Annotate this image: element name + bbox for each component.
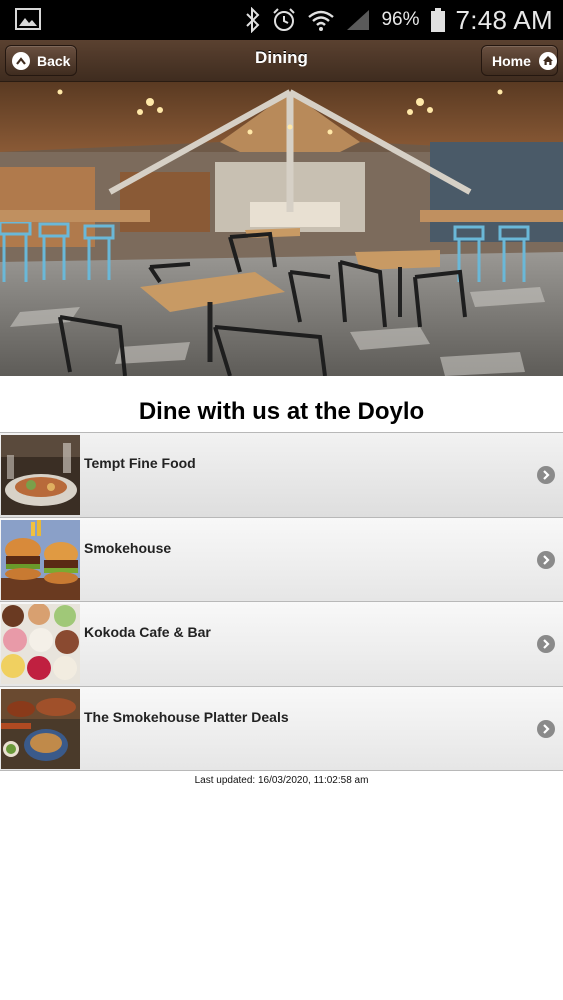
list-item-label: Kokoda Cafe & Bar bbox=[84, 624, 211, 640]
restaurant-photo bbox=[0, 82, 563, 376]
list-item-tempt-fine-food[interactable]: Tempt Fine Food bbox=[0, 433, 563, 518]
header-bar: Back Dining Home bbox=[0, 40, 563, 82]
home-button[interactable]: Home bbox=[481, 45, 558, 76]
chevron-right-icon bbox=[537, 635, 555, 653]
list-item-label: Tempt Fine Food bbox=[84, 455, 196, 471]
status-bar: 96% 7:48 AM bbox=[0, 0, 563, 40]
home-button-label: Home bbox=[492, 52, 531, 69]
list-item-label: The Smokehouse Platter Deals bbox=[84, 708, 289, 725]
platter-deals-photo bbox=[1, 688, 80, 769]
smokehouse-burgers-photo bbox=[1, 519, 80, 600]
restaurant-list: Tempt Fine Food Smokehouse Kokoda Cafe &… bbox=[0, 432, 563, 771]
list-item-platter-deals[interactable]: The Smokehouse Platter Deals bbox=[0, 686, 563, 771]
last-updated-text: Last updated: 16/03/2020, 11:02:58 am bbox=[194, 775, 369, 786]
kokoda-gelato-photo bbox=[1, 604, 80, 684]
signal-icon bbox=[345, 8, 371, 32]
list-item-smokehouse[interactable]: Smokehouse bbox=[0, 517, 563, 602]
battery-icon bbox=[430, 7, 446, 33]
chevron-right-icon bbox=[537, 719, 555, 738]
home-icon bbox=[538, 51, 557, 70]
alarm-icon bbox=[271, 7, 297, 33]
wifi-icon bbox=[307, 8, 335, 32]
list-item-label: Smokehouse bbox=[84, 539, 172, 556]
image-icon bbox=[14, 7, 42, 31]
clock: 7:48 AM bbox=[455, 4, 553, 35]
page-headline: Dine with us at the Doylo bbox=[138, 398, 425, 425]
chevron-right-icon bbox=[537, 466, 555, 484]
page-title: Dining bbox=[255, 48, 308, 67]
list-item-kokoda-cafe-bar[interactable]: Kokoda Cafe & Bar bbox=[0, 602, 563, 687]
battery-percent: 96% bbox=[381, 9, 420, 30]
bluetooth-icon bbox=[245, 7, 261, 33]
tempt-fine-food-photo bbox=[1, 435, 80, 515]
chevron-right-icon bbox=[537, 550, 555, 569]
